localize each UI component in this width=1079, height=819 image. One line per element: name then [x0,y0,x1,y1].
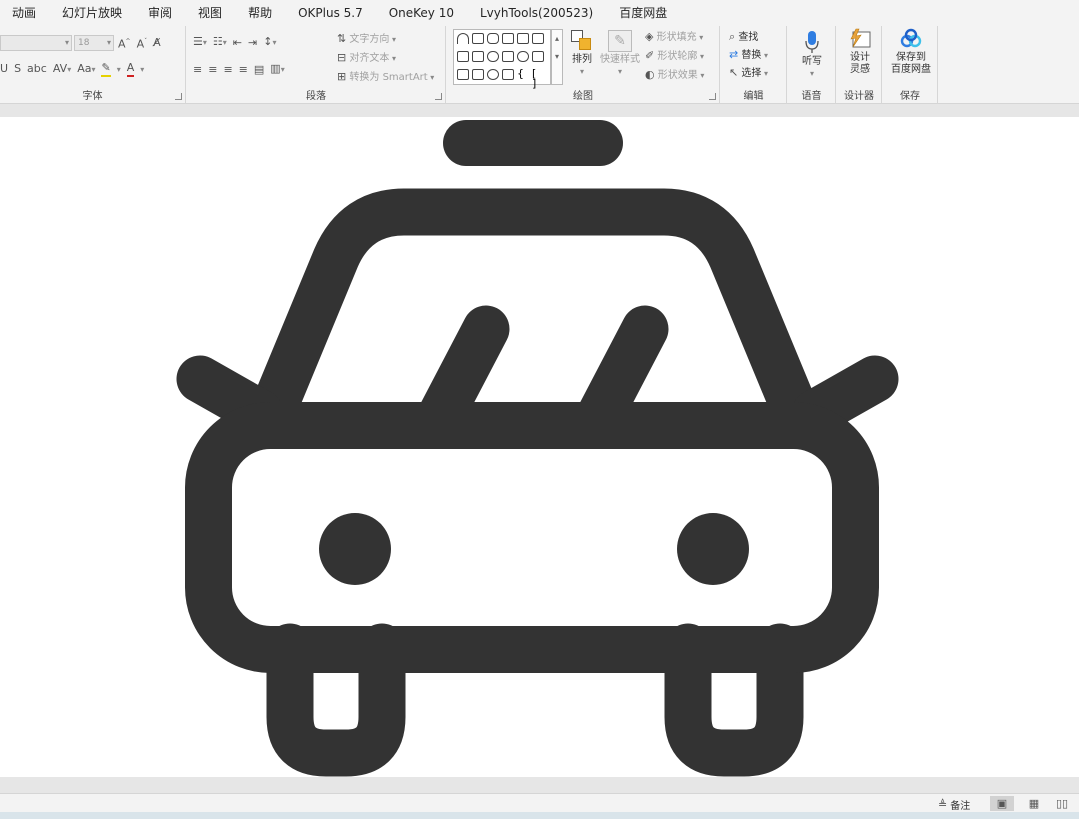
microphone-icon [805,31,819,53]
paragraph-dialog-launcher-icon[interactable] [435,93,442,100]
increase-indent-icon[interactable]: ⇥ [248,36,257,50]
decrease-font-icon[interactable]: Aˇ [137,35,148,52]
shape-fill-button[interactable]: ◈ 形状填充 ▾ [645,28,704,47]
tab-animations[interactable]: 动画 [0,0,49,26]
font-color-icon[interactable]: A [126,61,135,77]
save-group: 保存到 百度网盘 保存 [883,26,938,104]
baidu-netdisk-icon [900,28,922,48]
tab-help[interactable]: 帮助 [235,0,285,26]
distributed-icon[interactable]: ▤ [254,63,264,77]
powerpoint-window: 动画 幻灯片放映 审阅 视图 帮助 OKPlus 5.7 OneKey 10 L… [0,0,1079,819]
normal-view-icon: ▣ [996,796,1008,810]
tab-view[interactable]: 视图 [185,0,235,26]
reading-view-button[interactable]: ▯▯ [1050,796,1074,811]
design-ideas-button[interactable]: 设计 灵感 [841,28,879,76]
increase-font-icon[interactable]: A^ [118,35,131,52]
bullets-icon[interactable]: ☰▾ [193,35,207,50]
font-group: ▾ 18 ▾ A^ Aˇ A̸ U S abc AV▾ Aa▾ ✎ ▾ A ▾ 字体 [0,26,186,104]
save-to-baidu-button[interactable]: 保存到 百度网盘 [887,28,935,76]
cursor-icon: ↖ [729,66,739,79]
tab-onekey[interactable]: OneKey 10 [376,0,467,26]
slide-sorter-icon: ▦ [1028,796,1040,810]
ribbon-tab-strip: 动画 幻灯片放映 审阅 视图 帮助 OKPlus 5.7 OneKey 10 L… [0,0,1079,26]
font-size-value: 18 [78,38,90,48]
pen-icon: ✐ [645,49,655,62]
highlight-icon[interactable]: ✎ [101,61,111,77]
char-spacing-icon[interactable]: AV▾ [53,62,71,77]
drawing-group: { [ ] ▴ ▾ 排列 ▾ ✎ 快速样式 ▾ ◈ 形状填充 ▾ ✐ 形状轮廓 ▾ ◐… [447,26,720,104]
quick-styles-icon: ✎ [608,30,632,52]
tab-slideshow[interactable]: 幻灯片放映 [49,0,135,26]
notes-icon: ≜ [938,797,948,811]
select-button[interactable]: ↖ 选择 ▾ [729,64,768,82]
search-icon: ⌕ [729,30,736,43]
normal-view-button[interactable]: ▣ [990,796,1014,811]
drawing-group-label: 绘图 [573,91,593,102]
columns-icon[interactable]: ▥▾ [270,62,284,77]
slide-sorter-button[interactable]: ▦ [1022,796,1046,811]
designer-group: 设计 灵感 设计器 [837,26,882,104]
tab-baidu-netdisk[interactable]: 百度网盘 [606,0,680,26]
align-center-icon[interactable]: ≡ [208,63,217,77]
status-bar: ≜ 备注 ▣ ▦ ▯▯ [0,793,1079,812]
reading-view-icon: ▯▯ [1055,796,1069,810]
design-ideas-icon [850,28,871,48]
paint-bucket-icon: ◈ [645,30,654,43]
editing-group-label: 编辑 [743,91,764,102]
font-size-field[interactable]: 18 ▾ [74,35,114,51]
font-dialog-launcher-icon[interactable] [175,93,182,100]
tab-review[interactable]: 审阅 [135,0,185,26]
strikethrough-icon[interactable]: abc [27,62,47,76]
notes-button[interactable]: ≜ 备注 [938,797,970,813]
underline-icon[interactable]: U [0,62,8,76]
slide-canvas[interactable] [0,117,1079,777]
slide-workspace [0,105,1079,777]
line-spacing-icon[interactable]: ↕▾ [263,35,276,50]
save-group-label: 保存 [900,91,920,102]
paragraph-group-label: 段落 [306,91,326,102]
voice-group-label: 语音 [801,91,822,102]
font-name-field[interactable]: ▾ [0,35,72,51]
replace-icon: ⇄ [729,48,739,61]
justify-icon[interactable]: ≡ [239,63,248,77]
font-group-label: 字体 [82,91,103,102]
voice-group: 听写 ▾ 语音 [788,26,836,104]
text-direction-button[interactable]: ⇅ 文字方向 ▾ [337,30,434,49]
tab-okplus[interactable]: OKPlus 5.7 [285,0,376,26]
convert-smartart-button[interactable]: ⊞ 转换为 SmartArt ▾ [337,68,434,87]
find-button[interactable]: ⌕ 查找 [729,28,768,46]
align-right-icon[interactable]: ≡ [223,63,232,77]
drawing-dialog-launcher-icon[interactable] [709,93,716,100]
align-left-icon[interactable]: ≡ [193,63,202,77]
tab-lvyhtools[interactable]: LvyhTools(200523) [467,0,606,26]
numbering-icon[interactable]: ☷▾ [213,35,227,50]
change-case-icon[interactable]: Aa▾ [77,62,95,77]
designer-group-label: 设计器 [844,91,874,102]
taxi-icon[interactable] [0,117,1079,777]
paragraph-group: ☰▾ ☷▾ ⇤ ⇥ ↕▾ ≡ ≡ ≡ ≡ ▤ ▥▾ ⇅ 文字方向 ▾ ⊟ 对齐文… [187,26,446,104]
dictate-button[interactable]: 听写 ▾ [794,30,830,80]
decrease-indent-icon[interactable]: ⇤ [233,36,242,50]
shape-outline-button[interactable]: ✐ 形状轮廓 ▾ [645,47,704,66]
quick-styles-button[interactable]: ✎ 快速样式 ▾ [599,30,641,78]
shape-effects-button[interactable]: ◐ 形状效果 ▾ [645,66,704,85]
arrange-button[interactable]: 排列 ▾ [567,30,597,78]
replace-button[interactable]: ⇄ 替换 ▾ [729,46,768,64]
effects-icon: ◐ [645,68,655,81]
shadow-icon[interactable]: S [14,62,21,76]
arrange-icon [571,30,593,52]
shapes-gallery[interactable]: { [ ] [453,29,551,89]
align-text-button[interactable]: ⊟ 对齐文本 ▾ [337,49,434,68]
ribbon: ▾ 18 ▾ A^ Aˇ A̸ U S abc AV▾ Aa▾ ✎ ▾ A ▾ 字体 … [0,26,1079,104]
editing-group: ⌕ 查找 ⇄ 替换 ▾ ↖ 选择 ▾ 编辑 [721,26,787,104]
clear-format-icon[interactable]: A̸ [153,36,161,50]
shapes-scroll[interactable]: ▴ ▾ [551,29,563,85]
status-bottom-strip [0,812,1079,819]
